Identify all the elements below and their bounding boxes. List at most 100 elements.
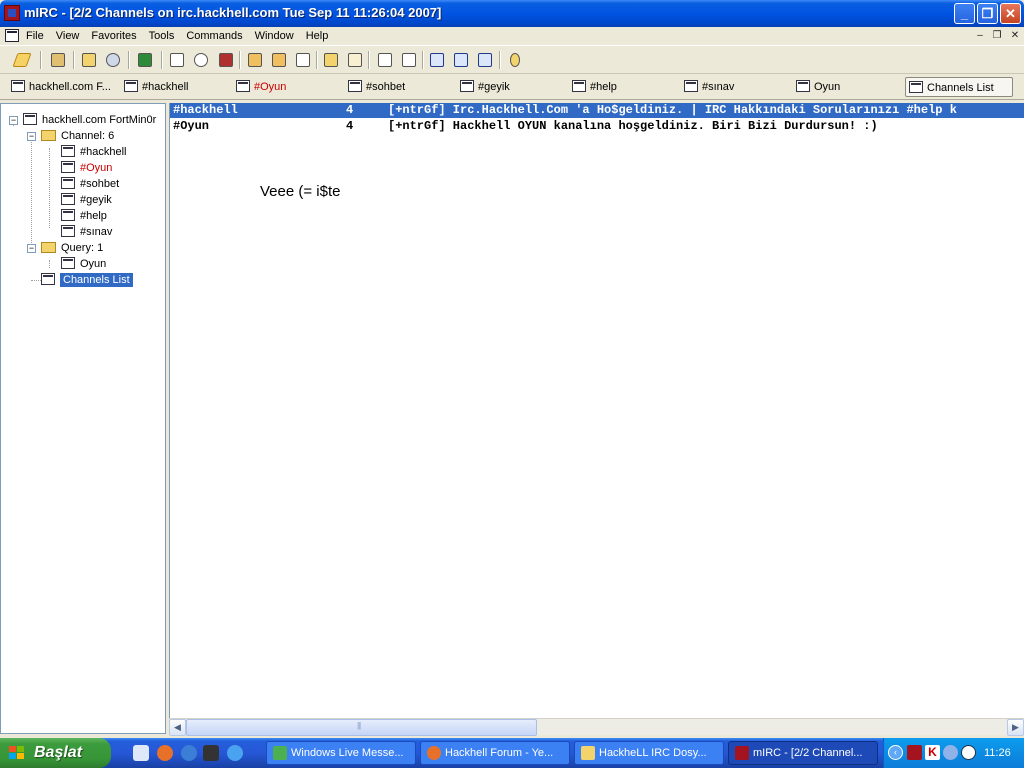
firefox-quicklaunch-icon[interactable] — [157, 745, 173, 761]
notify-list-icon[interactable] — [376, 51, 394, 69]
url-list-icon[interactable] — [400, 51, 418, 69]
switch-channels-list[interactable]: Channels List — [905, 77, 1013, 97]
scroll-thumb[interactable] — [186, 719, 537, 736]
mirc-app-icon[interactable] — [4, 5, 20, 21]
table-row[interactable]: #hackhell 4 [+ntrGf] Irc.Hackhell.Com 'a… — [170, 103, 1024, 118]
switch-oyun-channel[interactable]: #Oyun — [236, 77, 286, 97]
server-collapse-icon[interactable]: − — [9, 116, 18, 125]
favorites-icon[interactable] — [80, 51, 98, 69]
menu-view[interactable]: View — [50, 27, 86, 46]
tree-line — [49, 260, 50, 268]
close-button[interactable]: ✕ — [1000, 3, 1021, 24]
search-icon[interactable] — [227, 745, 243, 761]
mirc-tray-icon[interactable] — [907, 745, 922, 760]
switch-sohbet[interactable]: #sohbet — [348, 77, 405, 97]
task-firefox[interactable]: Hackhell Forum - Ye... — [420, 741, 570, 765]
menu-file[interactable]: File — [20, 27, 50, 46]
clock[interactable]: 11:26 — [984, 738, 1011, 768]
channel-icon — [348, 80, 362, 92]
tree-server[interactable]: hackhell.com FortMin0r — [23, 112, 156, 128]
about-icon[interactable] — [506, 51, 524, 69]
channel-icon — [684, 80, 698, 92]
tree-item-oyun[interactable]: #Oyun — [61, 160, 112, 176]
query-group-collapse-icon[interactable]: − — [27, 244, 36, 253]
toolbar-separator — [422, 51, 424, 69]
channel-icon — [61, 161, 75, 173]
treebar: − hackhell.com FortMin0r − Channel: 6 #h… — [0, 103, 166, 734]
messenger-tray-icon[interactable] — [943, 745, 958, 760]
dcc-send-icon[interactable] — [246, 51, 264, 69]
tree-channel-group[interactable]: Channel: 6 — [41, 128, 114, 144]
switch-hackhell[interactable]: #hackhell — [124, 77, 188, 97]
channel-icon — [61, 193, 75, 205]
channel-group-collapse-icon[interactable]: − — [27, 132, 36, 141]
connect-icon[interactable] — [12, 51, 32, 69]
user-count: 4 — [346, 119, 354, 133]
scroll-right-icon[interactable]: ▶ — [1007, 719, 1024, 736]
mdi-window-icon[interactable] — [5, 29, 19, 42]
switch-oyun-query-label: Oyun — [814, 81, 841, 93]
dcc-options-icon[interactable] — [294, 51, 312, 69]
address-book-icon[interactable] — [168, 51, 186, 69]
mdi-restore-button[interactable]: ❐ — [990, 30, 1004, 43]
app-quicklaunch-icon[interactable] — [203, 745, 219, 761]
mdi-minimize-button[interactable]: – — [973, 30, 987, 43]
tree-query-group[interactable]: Query: 1 — [41, 240, 103, 256]
tile-vertical-icon[interactable] — [452, 51, 470, 69]
options-icon[interactable] — [49, 51, 67, 69]
switch-geyik[interactable]: #geyik — [460, 77, 510, 97]
menu-commands[interactable]: Commands — [180, 27, 248, 46]
channel-list-icon[interactable] — [104, 51, 122, 69]
menu-tools[interactable]: Tools — [143, 27, 181, 46]
menu-favorites[interactable]: Favorites — [85, 27, 142, 46]
scripts-editor-icon[interactable] — [136, 51, 154, 69]
channel-icon — [61, 177, 75, 189]
tree-item-label: #sohbet — [80, 178, 120, 190]
cascade-icon[interactable] — [476, 51, 494, 69]
table-row[interactable]: #Oyun 4 [+ntrGf] Hackhell OYUN kanalına … — [170, 119, 1024, 134]
logs-icon[interactable] — [346, 51, 364, 69]
show-desktop-icon[interactable] — [133, 745, 149, 761]
system-tray: ‹ K 11:26 — [883, 738, 1024, 768]
tree-item-help[interactable]: #help — [61, 208, 107, 224]
horizontal-scrollbar[interactable]: ◀ ▶ — [169, 718, 1024, 736]
task-windows-live-messenger[interactable]: Windows Live Messe... — [266, 741, 416, 765]
tree-item-oyun-query[interactable]: Oyun — [61, 256, 106, 272]
switch-sohbet-label: #sohbet — [366, 81, 406, 93]
maximize-button[interactable]: ❐ — [977, 3, 998, 24]
mdi-close-button[interactable]: ✕ — [1008, 30, 1022, 43]
tree-item-geyik[interactable]: #geyik — [61, 192, 112, 208]
menu-window[interactable]: Window — [249, 27, 300, 46]
channel-icon — [460, 80, 474, 92]
switch-oyun-query[interactable]: Oyun — [796, 77, 840, 97]
network-tray-icon[interactable] — [961, 745, 976, 760]
antivirus-tray-icon[interactable]: K — [925, 745, 940, 760]
timer-icon[interactable] — [192, 51, 210, 69]
tree-item-hackhell[interactable]: #hackhell — [61, 144, 126, 160]
tile-horizontal-icon[interactable] — [428, 51, 446, 69]
show-hidden-icons-button[interactable]: ‹ — [888, 745, 903, 760]
menu-help[interactable]: Help — [300, 27, 335, 46]
tree-item-sohbet[interactable]: #sohbet — [61, 176, 119, 192]
toolbar-separator — [73, 51, 75, 69]
toolbar-separator — [128, 51, 130, 69]
channel-name: #hackhell — [173, 103, 238, 117]
tree-item-sinav[interactable]: #sınav — [61, 224, 112, 240]
switch-server[interactable]: hackhell.com F... — [11, 77, 111, 97]
switch-help[interactable]: #help — [572, 77, 617, 97]
switch-sinav[interactable]: #sınav — [684, 77, 734, 97]
internet-explorer-icon[interactable] — [181, 745, 197, 761]
task-label: Windows Live Messe... — [291, 747, 404, 759]
dcc-chat-icon[interactable] — [270, 51, 288, 69]
task-label: Hackhell Forum - Ye... — [445, 747, 554, 759]
minimize-button[interactable]: _ — [954, 3, 975, 24]
task-explorer-folder[interactable]: HackheLL IRC Dosy... — [574, 741, 724, 765]
task-mirc[interactable]: mIRC - [2/2 Channel... — [728, 741, 878, 765]
channel-icon — [572, 80, 586, 92]
start-button[interactable]: Başlat — [0, 738, 111, 768]
channel-icon — [124, 80, 138, 92]
tree-item-channels-list[interactable]: Channels List — [41, 272, 133, 288]
received-files-icon[interactable] — [322, 51, 340, 69]
scroll-left-icon[interactable]: ◀ — [169, 719, 186, 736]
colors-icon[interactable] — [217, 51, 235, 69]
